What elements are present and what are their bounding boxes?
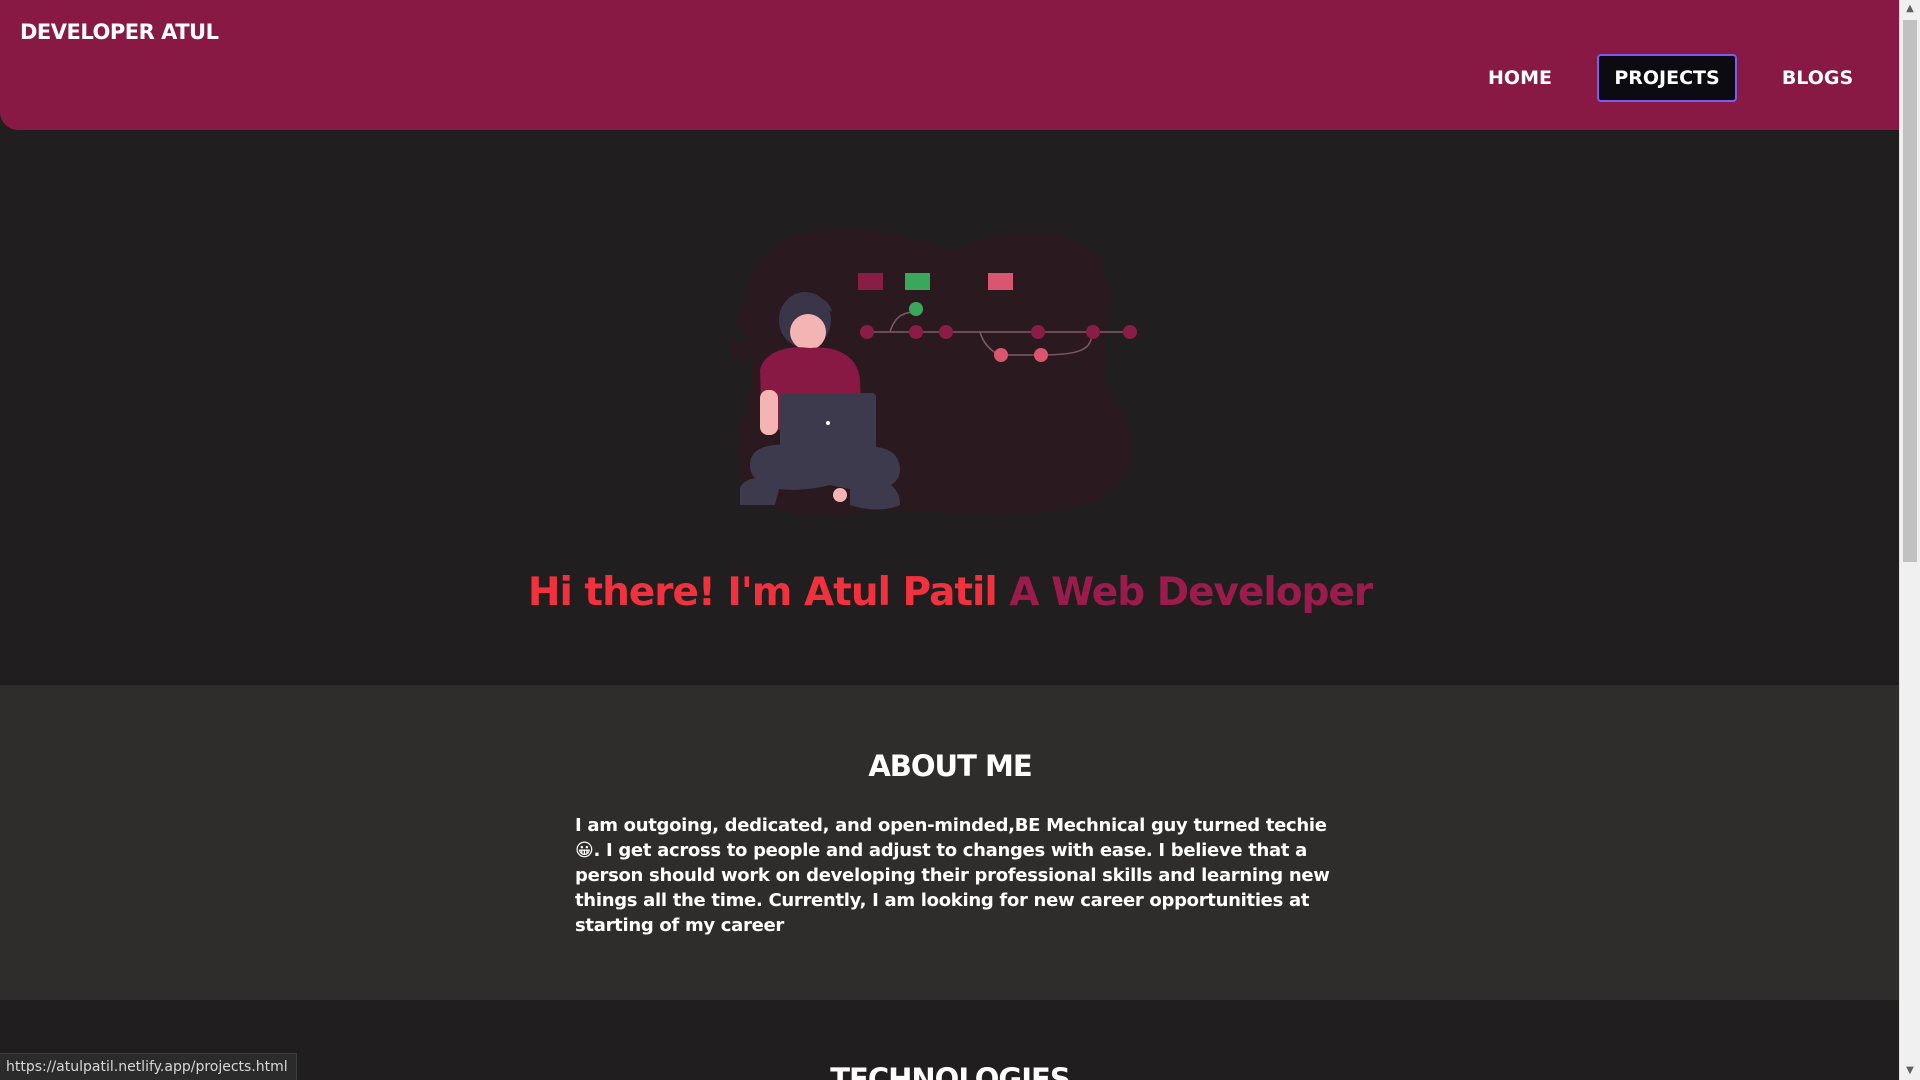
site-header: DEVELOPER ATUL HOME PROJECTS BLOGS: [0, 0, 1900, 130]
vertical-scrollbar[interactable]: ▲ ▼: [1899, 0, 1920, 1080]
brand-logo[interactable]: DEVELOPER ATUL: [20, 20, 219, 44]
scroll-up-arrow-icon[interactable]: ▲: [1900, 0, 1920, 18]
main-nav: HOME PROJECTS BLOGS: [0, 54, 1900, 104]
link-preview-status: https://atulpatil.netlify.app/projects.h…: [0, 1053, 297, 1080]
hero-greeting: Hi there! I'm Atul Patil: [527, 570, 998, 615]
nav-projects-link[interactable]: PROJECTS: [1597, 54, 1737, 102]
scroll-down-arrow-icon[interactable]: ▼: [1900, 1062, 1920, 1080]
about-text: I am outgoing, dedicated, and open-minde…: [575, 815, 1330, 936]
hero-headline: Hi there! I'm Atul Patil A Web Developer: [0, 570, 1900, 615]
scrollbar-thumb[interactable]: [1903, 20, 1917, 562]
hero-section: Hi there! I'm Atul Patil A Web Developer: [0, 130, 1900, 685]
about-section: ABOUT ME I am outgoing, dedicated, and o…: [0, 685, 1900, 1000]
about-title: ABOUT ME: [868, 749, 1032, 783]
page-viewport: DEVELOPER ATUL HOME PROJECTS BLOGS Hi th…: [0, 0, 1900, 1080]
nav-blogs-link[interactable]: BLOGS: [1770, 54, 1865, 102]
hero-role: A Web Developer: [1009, 570, 1373, 615]
nav-home-link[interactable]: HOME: [1480, 54, 1560, 102]
developer-illustration: [730, 229, 1137, 516]
